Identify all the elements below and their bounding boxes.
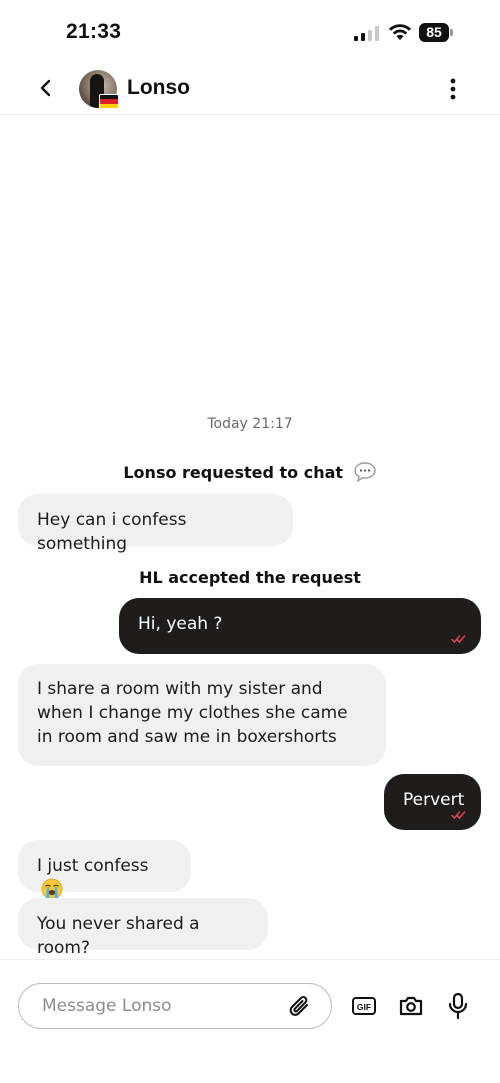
outgoing-message[interactable]: Hi, yeah ? — [119, 598, 481, 654]
speech-bubble-icon — [353, 461, 376, 483]
battery-icon: 85 — [419, 23, 453, 42]
chat-request-text: Lonso requested to chat — [123, 463, 344, 482]
message-text: Hey can i confess something — [37, 510, 187, 554]
wifi-icon — [389, 24, 411, 40]
svg-text:GIF: GIF — [357, 1002, 371, 1012]
crying-face-emoji-icon — [41, 878, 63, 899]
chat-header: Lonso — [0, 64, 500, 115]
message-text: Hi, yeah ? — [138, 614, 223, 634]
read-receipt-icon — [451, 635, 466, 644]
battery-level: 85 — [419, 23, 449, 42]
message-text: I just confess — [37, 856, 149, 876]
more-options-button[interactable] — [442, 76, 464, 102]
back-button[interactable] — [34, 76, 58, 100]
incoming-message[interactable]: Hey can i confess something — [18, 494, 293, 554]
camera-button[interactable] — [398, 994, 424, 1018]
read-receipt-icon — [451, 811, 466, 820]
cellular-signal-icon — [354, 26, 379, 41]
incoming-message[interactable]: You never shared a room? — [18, 898, 268, 958]
message-composer: GIF — [0, 959, 500, 1083]
germany-flag-icon — [99, 94, 119, 109]
date-separator: Today 21:17 — [207, 416, 293, 432]
incoming-message[interactable]: I just confess — [18, 840, 191, 899]
message-text: You never shared a room? — [37, 914, 200, 958]
chat-request-notice: Lonso requested to chat — [0, 461, 500, 483]
microphone-button[interactable] — [447, 992, 469, 1020]
paperclip-attach-button[interactable] — [287, 994, 313, 1020]
incoming-message[interactable]: I share a room with my sister and when I… — [18, 664, 386, 766]
gif-button[interactable]: GIF — [352, 997, 376, 1015]
contact-name[interactable]: Lonso — [127, 76, 190, 100]
outgoing-message[interactable]: Pervert — [384, 774, 481, 830]
status-bar: 21:33 85 — [0, 0, 500, 64]
request-accepted-notice: HL accepted the request — [139, 568, 361, 587]
message-input[interactable] — [18, 983, 332, 1029]
message-text: I share a room with my sister and when I… — [37, 679, 348, 747]
message-text: Pervert — [403, 790, 465, 810]
status-time: 21:33 — [66, 20, 122, 43]
